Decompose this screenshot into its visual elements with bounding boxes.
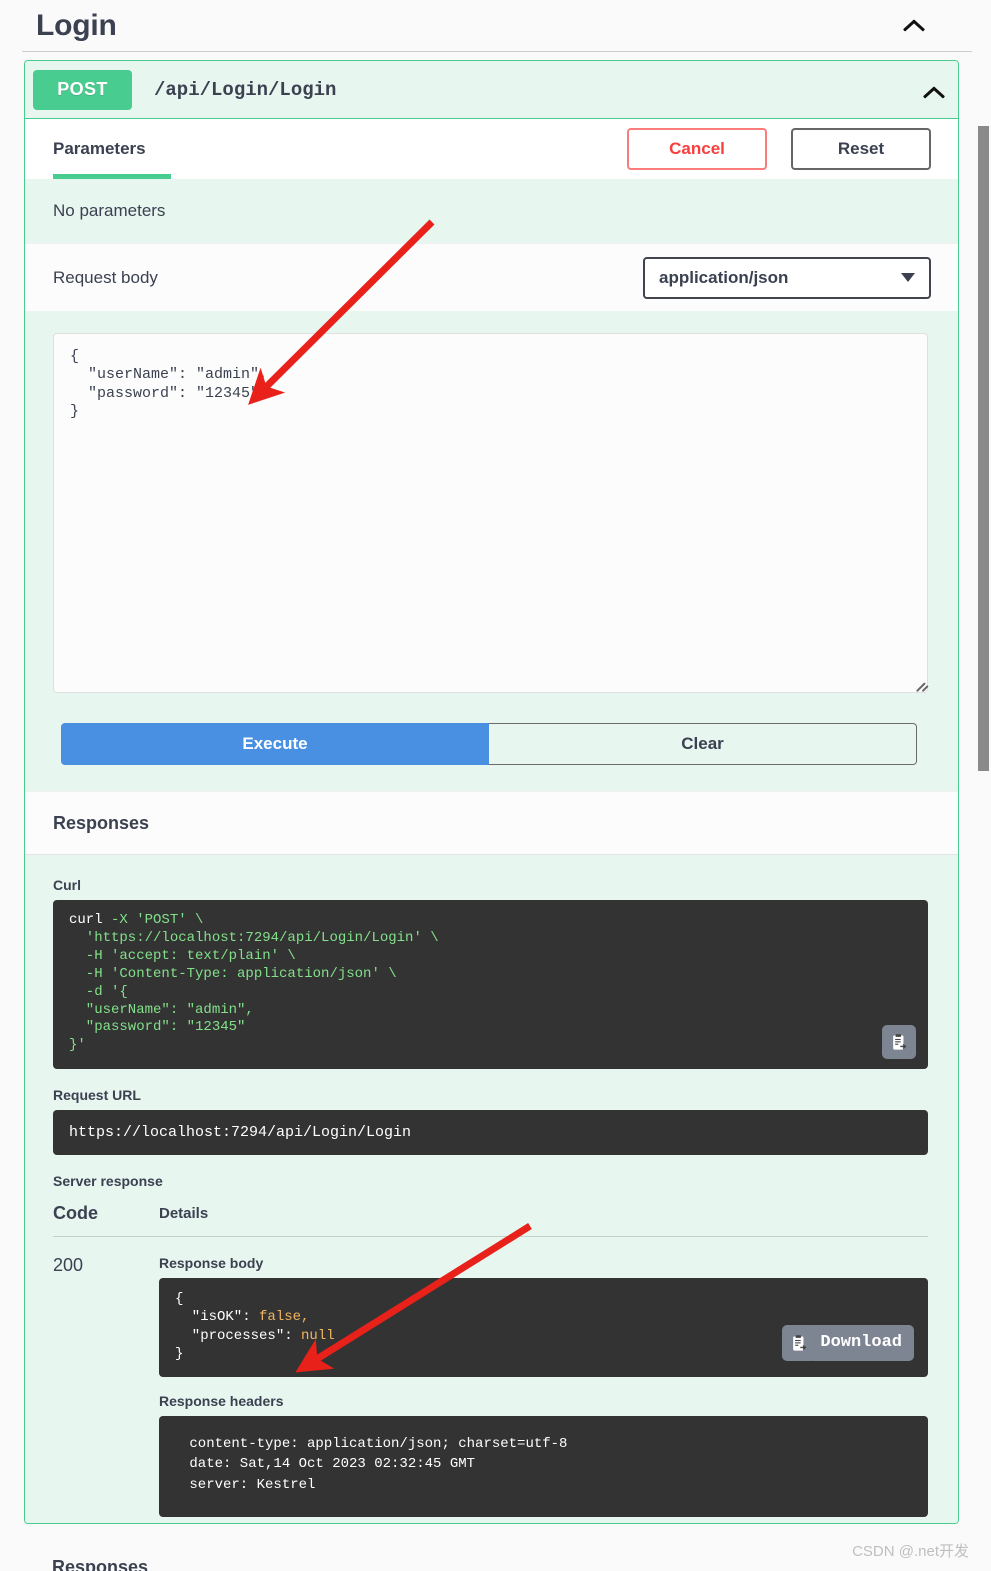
request-body-editor-zone: { "userName": "admin", "password": "1234… (25, 311, 958, 723)
response-body-label: Response body (159, 1255, 264, 1272)
curl-label: Curl (53, 877, 81, 893)
copy-curl-button[interactable] (882, 1025, 916, 1060)
tag-header[interactable]: Login (22, 0, 972, 52)
chevron-down-icon (901, 273, 915, 282)
column-header-code: Code (53, 1203, 98, 1224)
media-type-value: application/json (659, 267, 789, 287)
request-url-block: https://localhost:7294/api/Login/Login (53, 1110, 928, 1156)
responses-content: Curl curl -X 'POST' \ 'https://localhost… (25, 855, 958, 1523)
operation-summary[interactable]: POST /api/Login/Login (25, 61, 958, 119)
textarea-resize-handle[interactable] (912, 671, 929, 692)
copy-to-clipboard-icon (792, 1334, 806, 1351)
page-title: Login (36, 8, 117, 42)
curl-text: curl -X 'POST' \ 'https://localhost:7294… (69, 912, 439, 1054)
watermark: CSDN @.net开发 (852, 1543, 969, 1560)
request-body-row: Request body application/json (25, 243, 958, 311)
no-parameters-text: No parameters (53, 201, 166, 220)
parameters-actions: Cancel Reset (627, 128, 931, 170)
column-header-details: Details (159, 1205, 209, 1223)
tab-parameters-label: Parameters (53, 139, 146, 158)
page-scrollbar-track[interactable] (976, 0, 991, 1571)
reset-button[interactable]: Reset (791, 128, 931, 170)
request-url-label: Request URL (53, 1087, 141, 1104)
copy-to-clipboard-icon (892, 1033, 906, 1050)
request-body-label: Request body (53, 267, 158, 287)
response-details: Response body { "isOK": false, "processe… (159, 1255, 928, 1517)
page-scrollbar-thumb[interactable] (978, 126, 989, 771)
chevron-up-icon (904, 13, 924, 33)
response-row: 200 Response body { "isOK": false, "proc… (53, 1237, 928, 1517)
response-status-code: 200 (53, 1255, 84, 1276)
response-headers-label: Response headers (159, 1393, 284, 1409)
responses-heading: Responses (53, 812, 150, 833)
responses-heading-band: Responses (25, 791, 958, 855)
response-table-header: Code Details (53, 1203, 928, 1238)
download-button[interactable]: Download (808, 1325, 914, 1361)
curl-code-block: curl -X 'POST' \ 'https://localhost:7294… (53, 900, 928, 1070)
server-response-label: Server response (53, 1173, 163, 1190)
request-body-textarea[interactable]: { "userName": "admin", "password": "1234… (53, 333, 928, 693)
parameters-toolbar: Parameters Cancel Reset (25, 119, 958, 179)
http-method-badge: POST (33, 69, 132, 110)
response-body-json: { "isOK": false, "processes": null } (175, 1291, 335, 1362)
tag-collapse-button[interactable] (904, 13, 972, 38)
bottom-responses-heading: Responses (52, 1557, 149, 1571)
media-type-select[interactable]: application/json (643, 256, 931, 299)
tab-parameters[interactable]: Parameters (53, 119, 146, 179)
response-headers-block: content-type: application/json; charset=… (159, 1416, 928, 1517)
chevron-up-icon[interactable] (924, 80, 944, 100)
tab-active-indicator (53, 174, 171, 179)
operation-path: /api/Login/Login (154, 78, 337, 101)
execute-actions: Execute Clear (25, 723, 958, 791)
no-parameters-row: No parameters (25, 179, 958, 243)
operation-block: POST /api/Login/Login Parameters Cancel … (24, 60, 959, 1524)
swagger-ui-page: Login POST /api/Login/Login Parameters C… (0, 0, 991, 1571)
response-body-block: { "isOK": false, "processes": null } Dow… (159, 1278, 928, 1377)
clear-button[interactable]: Clear (489, 723, 917, 765)
execute-button[interactable]: Execute (61, 723, 489, 765)
cancel-button[interactable]: Cancel (627, 128, 767, 170)
